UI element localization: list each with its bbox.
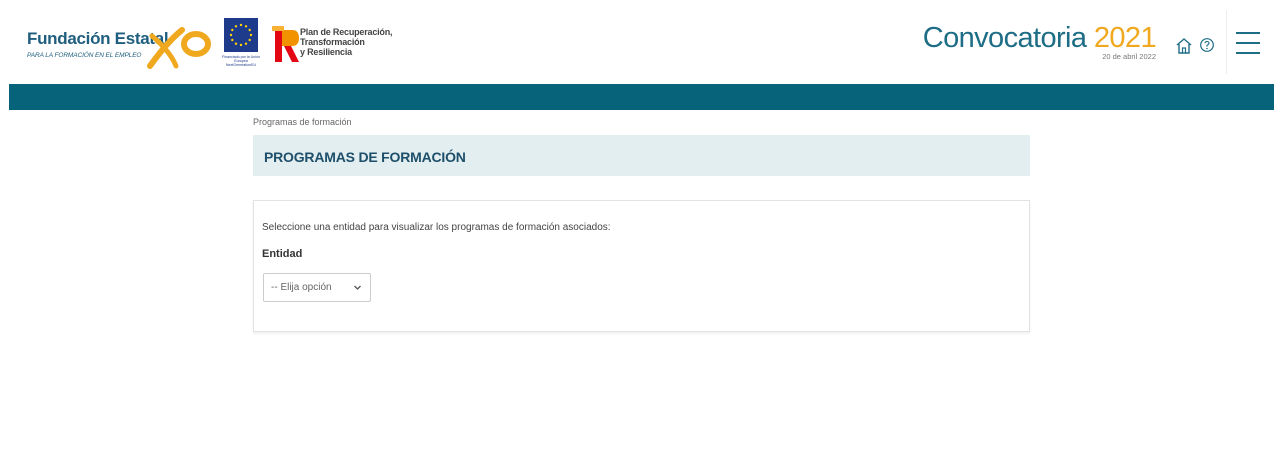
page-title-bar: PROGRAMAS DE FORMACIÓN [253, 135, 1030, 176]
prtr-text: Plan de Recuperación, Transformación y R… [300, 27, 393, 57]
entity-label: Entidad [262, 248, 303, 260]
card-intro-text: Seleccione una entidad para visualizar l… [262, 222, 611, 233]
xx-anniversary-logo [147, 27, 211, 69]
prtr-line: y Resiliencia [300, 47, 352, 57]
convocatoria-label: Convocatoria [922, 22, 1087, 54]
chevron-down-icon [354, 285, 361, 290]
help-icon[interactable] [1199, 37, 1215, 53]
entity-select[interactable]: -- Elija opción [263, 273, 371, 302]
eu-caption: Financiado por la Unión Europea NextGene… [222, 55, 260, 68]
prtr-line: Transformación [300, 37, 365, 47]
entity-selection-card: Seleccione una entidad para visualizar l… [253, 200, 1030, 332]
convocatoria-year: 2021 [1093, 22, 1157, 54]
prtr-line: Plan de Recuperación, [300, 27, 393, 37]
menu-icon[interactable] [1236, 32, 1260, 56]
home-icon[interactable] [1174, 36, 1194, 56]
nav-bar [9, 84, 1274, 110]
convocatoria-heading: Convocatoria 2021 20 de abril 2022 [922, 22, 1157, 61]
breadcrumb[interactable]: Programas de formación [253, 117, 352, 127]
page-title: PROGRAMAS DE FORMACIÓN [264, 149, 466, 165]
header-divider [1226, 10, 1227, 74]
site-header: Fundación Estatal PARA LA FORMACIÓN EN E… [0, 0, 1274, 84]
entity-select-value: -- Elija opción [271, 282, 332, 293]
prtr-logo [272, 26, 299, 62]
eu-flag-icon [224, 18, 258, 52]
